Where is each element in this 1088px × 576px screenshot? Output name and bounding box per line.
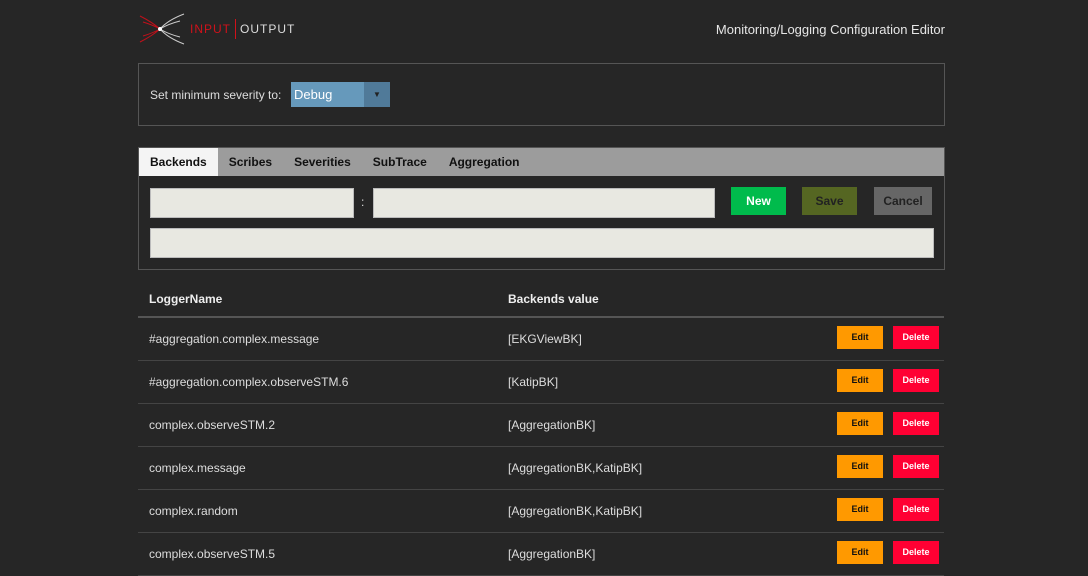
table-row: complex.observeSTM.2 [AggregationBK] Edit D… <box>138 403 944 447</box>
logger-name-input[interactable] <box>150 188 354 218</box>
chevron-down-icon: ▼ <box>364 82 390 107</box>
new-button[interactable]: New <box>731 187 786 215</box>
edit-button[interactable]: Edit <box>837 369 883 392</box>
backends-table: LoggerName Backends value #aggregation.co… <box>138 281 944 576</box>
delete-button[interactable]: Delete <box>893 455 939 478</box>
editor-panel: Backends Scribes Severities SubTrace Agg… <box>138 147 945 270</box>
tab-severities[interactable]: Severities <box>283 148 362 176</box>
tab-bar: Backends Scribes Severities SubTrace Agg… <box>139 148 944 176</box>
severity-select[interactable]: Debug ▼ <box>291 82 390 107</box>
logger-name: complex.message <box>138 446 497 490</box>
table-row: complex.observeSTM.5 [AggregationBK] Edit D… <box>138 532 944 576</box>
severity-label: Set minimum severity to: <box>150 88 282 102</box>
tab-subtrace[interactable]: SubTrace <box>362 148 438 176</box>
table-row: complex.random [AggregationBK,KatipBK] Edi… <box>138 489 944 533</box>
edit-button[interactable]: Edit <box>837 326 883 349</box>
tab-backends[interactable]: Backends <box>139 148 218 176</box>
edit-button[interactable]: Edit <box>837 412 883 435</box>
logger-name: #aggregation.complex.observeSTM.6 <box>138 360 497 404</box>
delete-button[interactable]: Delete <box>893 498 939 521</box>
backends-value: [AggregationBK,KatipBK] <box>508 461 643 475</box>
table-row: complex.message [AggregationBK,KatipBK] Ed… <box>138 446 944 490</box>
backends-value: [KatipBK] <box>508 375 559 389</box>
backends-value: [AggregationBK] <box>508 547 596 561</box>
value-input[interactable] <box>373 188 715 218</box>
delete-button[interactable]: Delete <box>893 326 939 349</box>
logo: INPUT OUTPUT <box>138 12 295 46</box>
logger-name: complex.observeSTM.5 <box>138 532 497 576</box>
logger-name: complex.random <box>138 489 497 533</box>
severity-panel: Set minimum severity to: Debug ▼ <box>138 63 945 126</box>
edit-button[interactable]: Edit <box>837 455 883 478</box>
description-input[interactable] <box>150 228 934 258</box>
tab-aggregation[interactable]: Aggregation <box>438 148 531 176</box>
cancel-button[interactable]: Cancel <box>874 187 932 215</box>
save-button[interactable]: Save <box>802 187 857 215</box>
backends-value: [AggregationBK,KatipBK] <box>508 504 643 518</box>
table-row: #aggregation.complex.observeSTM.6 [KatipB… <box>138 360 944 404</box>
backends-value: [EKGViewBK] <box>508 332 582 346</box>
edit-button[interactable]: Edit <box>837 498 883 521</box>
backends-value: [AggregationBK] <box>508 418 596 432</box>
delete-button[interactable]: Delete <box>893 369 939 392</box>
logger-name: #aggregation.complex.message <box>138 317 497 361</box>
logo-icon <box>139 13 185 45</box>
page-title: Monitoring/Logging Configuration Editor <box>715 22 945 37</box>
table-row: #aggregation.complex.message [EKGViewBK] E… <box>138 317 944 361</box>
tab-scribes[interactable]: Scribes <box>218 148 283 176</box>
delete-button[interactable]: Delete <box>893 412 939 435</box>
logger-name: complex.observeSTM.2 <box>138 403 497 447</box>
